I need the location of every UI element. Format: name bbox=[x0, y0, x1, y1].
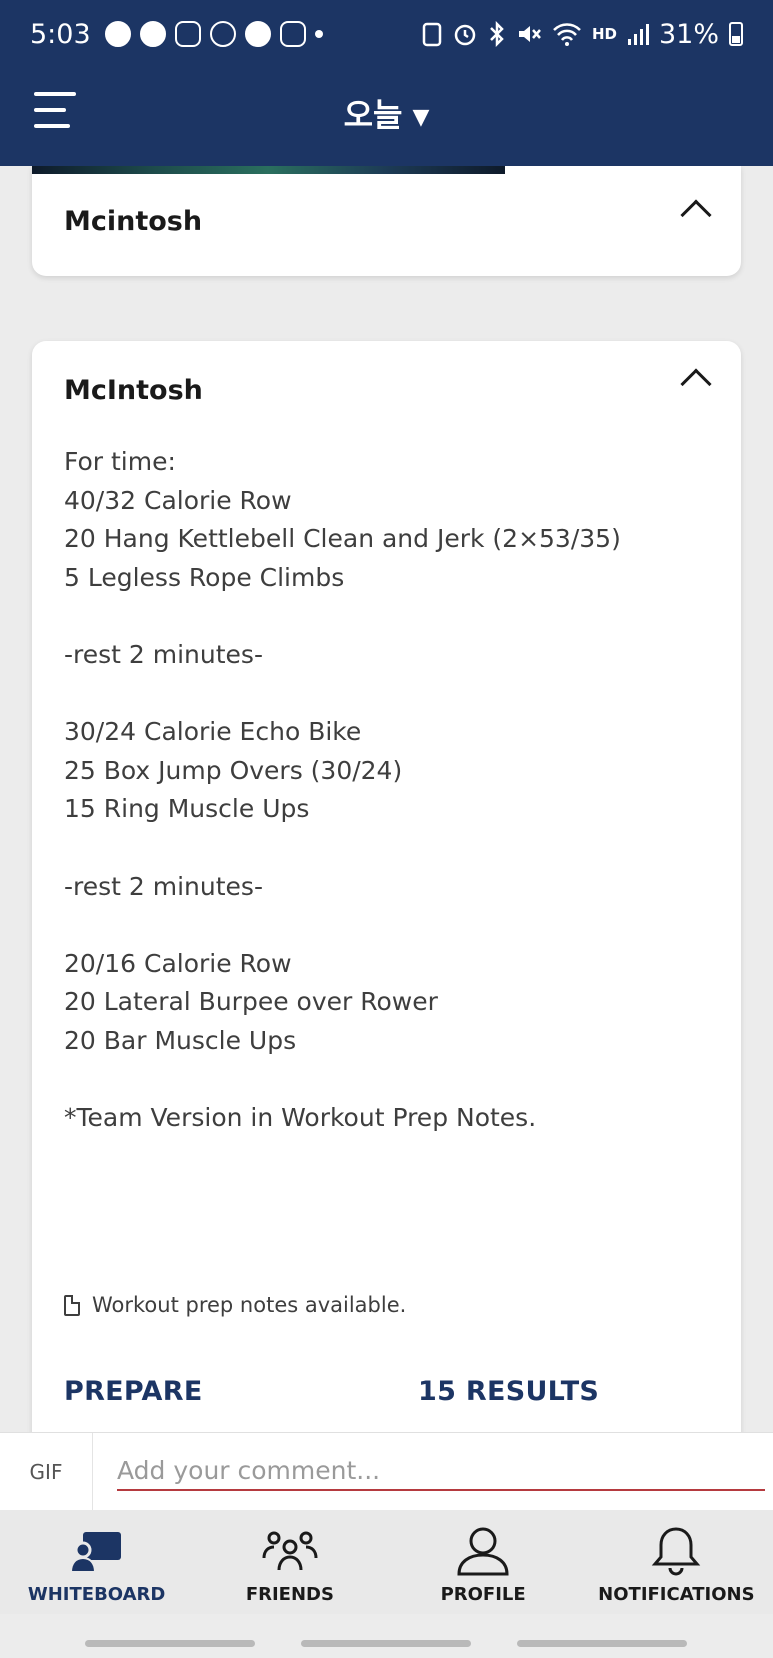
bottom-navigation: WHITEBOARD FRIENDS PROFILE NOTIFICATIONS bbox=[0, 1510, 773, 1614]
kakaotalk-icon bbox=[104, 21, 131, 47]
more-notifications-icon bbox=[314, 30, 323, 38]
won-icon bbox=[244, 21, 271, 47]
chevron-up-icon[interactable] bbox=[680, 199, 712, 231]
friends-icon bbox=[260, 1526, 320, 1576]
date-selector[interactable]: 오늘 ▼ bbox=[0, 90, 773, 136]
bluetooth-icon bbox=[490, 21, 504, 47]
nav-label: WHITEBOARD bbox=[27, 1584, 166, 1605]
notification-icons bbox=[104, 21, 323, 47]
gesture-handle[interactable] bbox=[85, 1640, 255, 1647]
page-title: 오늘 bbox=[343, 96, 403, 134]
chevron-down-icon: ▼ bbox=[412, 104, 430, 130]
bell-icon bbox=[646, 1526, 706, 1576]
recycle-battery-icon bbox=[422, 22, 442, 47]
mute-icon bbox=[518, 26, 541, 42]
comment-bar: GIF bbox=[0, 1432, 773, 1511]
voicemail-icon bbox=[279, 21, 306, 47]
alarm-icon bbox=[454, 24, 476, 46]
apps-icon bbox=[209, 21, 236, 47]
signal-icon bbox=[627, 24, 649, 45]
card-title: Mcintosh bbox=[64, 206, 203, 237]
nav-label: FRIENDS bbox=[245, 1584, 334, 1605]
wifi-icon bbox=[553, 23, 581, 46]
chevron-up-icon[interactable] bbox=[680, 368, 712, 400]
workout-description: For time: 40/32 Calorie Row 20 Hang Kett… bbox=[64, 447, 621, 1133]
whiteboard-icon bbox=[67, 1526, 127, 1576]
battery-percent: 31% bbox=[658, 18, 719, 50]
nav-label: PROFILE bbox=[440, 1584, 526, 1605]
comment-input[interactable] bbox=[117, 1451, 765, 1491]
prepare-button[interactable]: PREPARE bbox=[64, 1376, 203, 1407]
profile-icon bbox=[453, 1526, 513, 1576]
results-button[interactable]: 15 RESULTS bbox=[418, 1376, 599, 1407]
hd-voice-label: HD bbox=[591, 25, 617, 43]
battery-icon bbox=[729, 22, 743, 46]
gif-button[interactable]: GIF bbox=[0, 1433, 93, 1511]
document-icon bbox=[64, 1294, 80, 1316]
workout-image bbox=[32, 166, 505, 174]
prep-notes-indicator[interactable]: Workout prep notes available. bbox=[64, 1293, 406, 1317]
status-time: 5:03 bbox=[30, 18, 91, 50]
gesture-handle[interactable] bbox=[301, 1640, 471, 1647]
nav-whiteboard[interactable]: WHITEBOARD bbox=[0, 1510, 193, 1614]
gesture-navigation-bar bbox=[0, 1614, 773, 1658]
app-bar: 오늘 ▼ bbox=[0, 68, 773, 166]
nav-notifications[interactable]: NOTIFICATIONS bbox=[580, 1510, 773, 1614]
card-title: McIntosh bbox=[64, 375, 203, 406]
gesture-handle[interactable] bbox=[517, 1640, 687, 1647]
system-status: HD 31% bbox=[422, 19, 743, 50]
workout-card: McIntosh For time: 40/32 Calorie Row 20 … bbox=[32, 341, 741, 1432]
status-bar: 5:03 HD 31% bbox=[0, 0, 773, 68]
nav-profile[interactable]: PROFILE bbox=[387, 1510, 580, 1614]
nav-friends[interactable]: FRIENDS bbox=[193, 1510, 386, 1614]
nav-label: NOTIFICATIONS bbox=[598, 1584, 755, 1605]
chat-icon bbox=[139, 21, 166, 47]
content-area[interactable]: Mcintosh McIntosh For time: 40/32 Calori… bbox=[0, 166, 773, 1432]
prep-note-text: Workout prep notes available. bbox=[92, 1293, 407, 1317]
workout-card-collapsed[interactable]: Mcintosh bbox=[32, 166, 741, 276]
instagram-icon bbox=[174, 21, 201, 47]
